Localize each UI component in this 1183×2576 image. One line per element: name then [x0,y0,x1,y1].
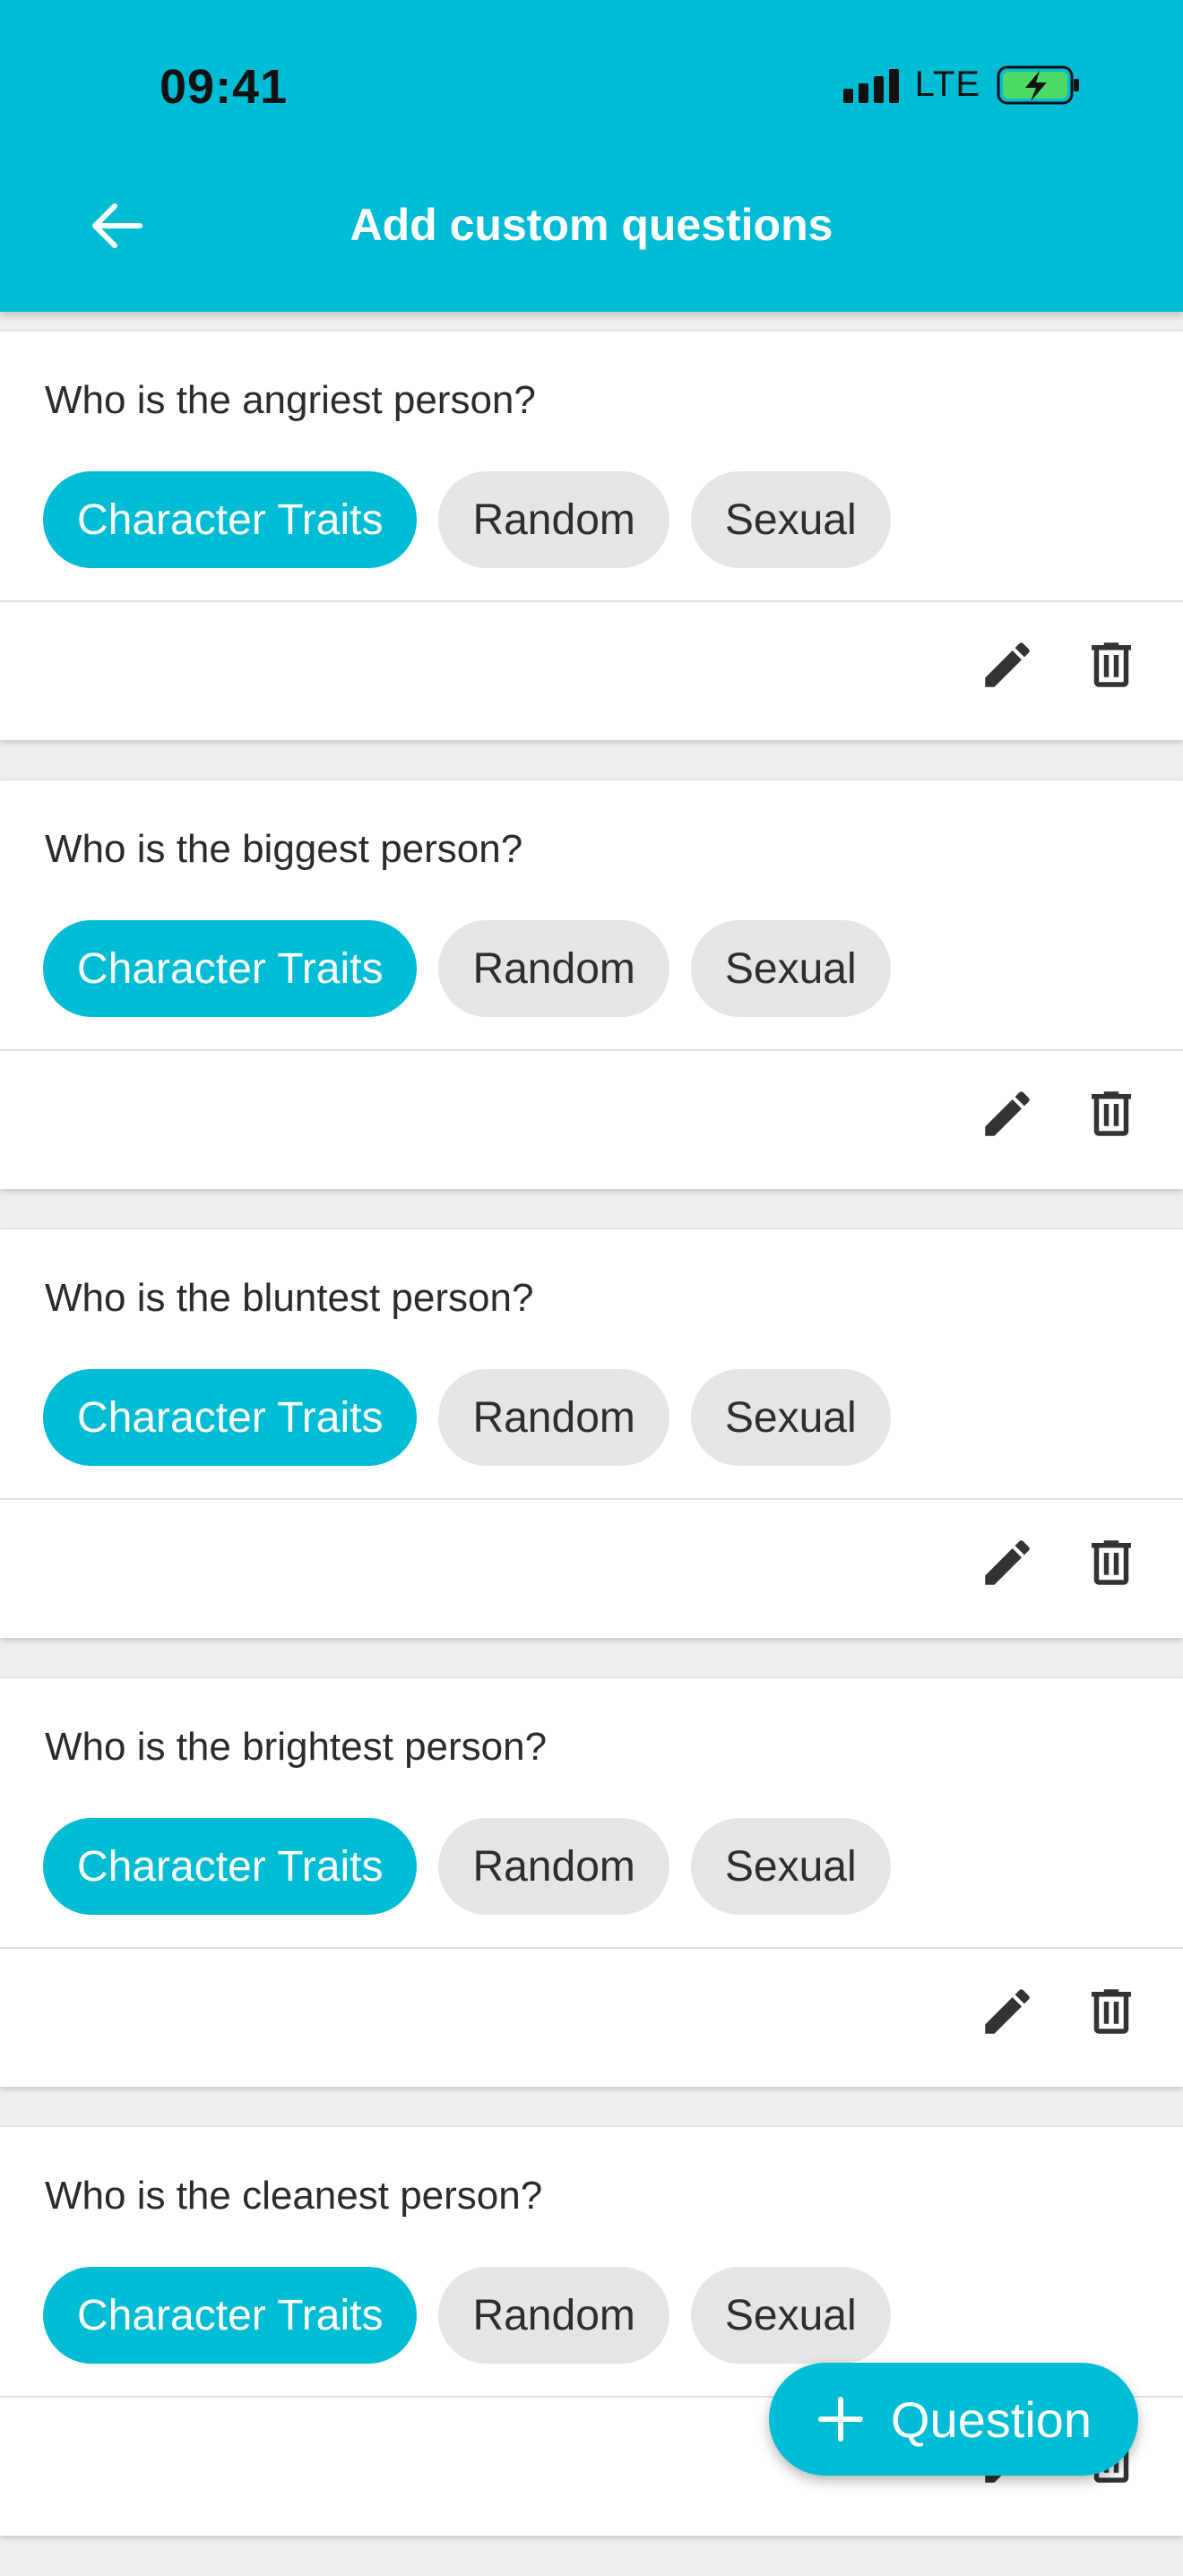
tag-chips: Character Traits Random Sexual [43,2267,891,2364]
status-time: 09:41 [160,60,289,114]
tag-chip-character-traits[interactable]: Character Traits [43,1818,418,1915]
question-card: Who is the brightest person? Character T… [0,1678,1183,2087]
trash-icon [1092,1989,1131,2034]
pencil-icon [985,1540,1030,1585]
tag-chip-sexual[interactable]: Sexual [690,920,891,1017]
tag-chip-random[interactable]: Random [438,1369,669,1466]
tag-chip-character-traits[interactable]: Character Traits [43,1369,418,1466]
question-text: Who is the biggest person? [45,827,523,871]
card-actions [975,1509,1144,1616]
card-divider [0,1498,1183,1500]
tag-chip-character-traits[interactable]: Character Traits [43,920,418,1017]
card-divider [0,1947,1183,1949]
card-divider [0,1049,1183,1051]
tag-chip-character-traits[interactable]: Character Traits [43,2267,418,2364]
pencil-icon [985,1989,1030,2034]
trash-icon [1092,1540,1131,1585]
pencil-icon [985,1091,1030,1136]
network-type: LTE [914,65,980,104]
pencil-icon [985,642,1030,687]
tag-chips: Character Traits Random Sexual [43,1369,891,1466]
trash-icon [1092,642,1131,687]
trash-icon [1092,1091,1131,1136]
tag-chip-random[interactable]: Random [438,1818,669,1915]
app-bar: 09:41 LTE Add custom questions [0,0,1183,312]
delete-button[interactable] [1079,1530,1144,1595]
question-card: Who is the angriest person? Character Tr… [0,332,1183,740]
plus-icon [817,2397,863,2442]
card-actions [975,1060,1144,1167]
signal-icon [842,67,899,103]
card-actions [975,611,1144,719]
status-indicators: LTE [842,65,1081,105]
tag-chip-random[interactable]: Random [438,920,669,1017]
tag-chip-sexual[interactable]: Sexual [690,2267,891,2364]
question-text: Who is the brightest person? [45,1725,548,1769]
tag-chips: Character Traits Random Sexual [43,1818,891,1915]
question-card: Who is the bluntest person? Character Tr… [0,1229,1183,1638]
question-text: Who is the bluntest person? [45,1276,534,1320]
tag-chip-random[interactable]: Random [438,2267,669,2364]
tag-chip-random[interactable]: Random [438,471,669,568]
edit-button[interactable] [975,1081,1040,1146]
question-list: Who is the angriest person? Character Tr… [0,332,1183,2576]
edit-button[interactable] [975,633,1040,697]
delete-button[interactable] [1079,1979,1144,2044]
question-text: Who is the cleanest person? [45,2174,543,2218]
battery-charging-icon [997,65,1079,104]
delete-button[interactable] [1079,1081,1144,1146]
edit-button[interactable] [975,1979,1040,2044]
add-question-label: Question [890,2391,1092,2448]
delete-button[interactable] [1079,633,1144,697]
question-text: Who is the angriest person? [45,378,536,422]
tag-chip-sexual[interactable]: Sexual [690,1369,891,1466]
edit-button[interactable] [975,1530,1040,1595]
tag-chip-sexual[interactable]: Sexual [690,471,891,568]
page-title: Add custom questions [350,200,833,250]
tag-chip-sexual[interactable]: Sexual [690,1818,891,1915]
tag-chips: Character Traits Random Sexual [43,920,891,1017]
card-divider [0,600,1183,602]
add-question-button[interactable]: Question [769,2363,1138,2476]
card-actions [975,1958,1144,2065]
tag-chip-character-traits[interactable]: Character Traits [43,471,418,568]
tag-chips: Character Traits Random Sexual [43,471,891,568]
question-card: Who is the biggest person? Character Tra… [0,780,1183,1189]
